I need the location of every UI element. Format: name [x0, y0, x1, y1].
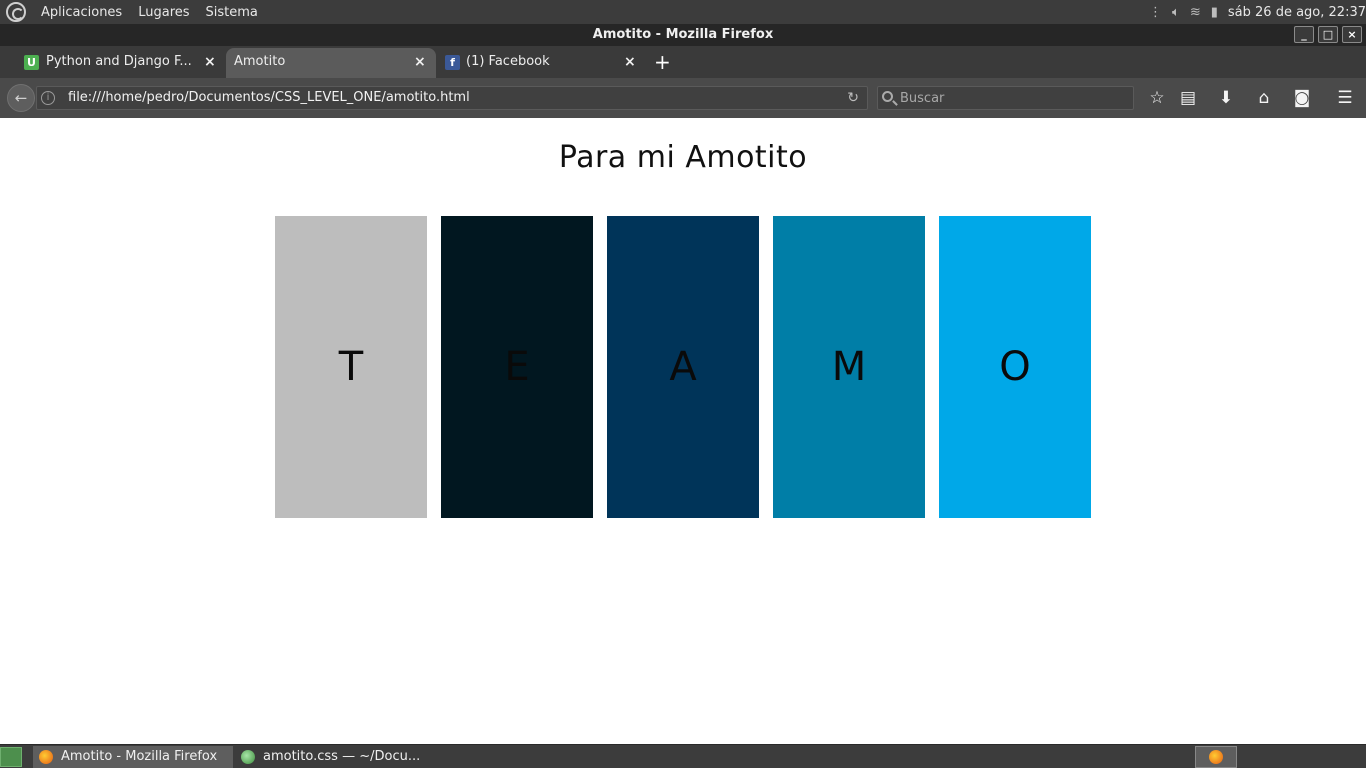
close-tab-icon[interactable]: × — [204, 48, 216, 76]
menu-lugares[interactable]: Lugares — [131, 5, 196, 20]
wifi-icon[interactable]: ≋ — [1190, 5, 1201, 20]
search-input[interactable] — [900, 87, 1130, 109]
taskbar-item-firefox[interactable]: Amotito - Mozilla Firefox — [33, 746, 233, 768]
panel-letter: E — [504, 344, 530, 390]
url-text[interactable]: file:///home/pedro/Documentos/CSS_LEVEL_… — [68, 87, 470, 109]
system-logo-icon[interactable] — [6, 2, 26, 22]
letter-panel-o: O — [939, 216, 1091, 518]
tab-title: Python and Django F... — [46, 54, 192, 69]
panel-letter: O — [999, 344, 1031, 390]
minimize-button[interactable]: _ — [1294, 26, 1314, 43]
search-icon — [882, 91, 893, 102]
maximize-button[interactable]: □ — [1318, 26, 1338, 43]
close-tab-icon[interactable]: × — [624, 48, 636, 76]
menu-sistema[interactable]: Sistema — [199, 5, 265, 20]
editor-icon — [241, 750, 255, 764]
pocket-icon[interactable]: ◙ — [1290, 86, 1314, 110]
clock[interactable]: sáb 26 de ago, 22:37 — [1228, 5, 1366, 20]
page-content: Para mi Amotito T E A M O — [0, 118, 1366, 744]
home-icon[interactable]: ⌂ — [1252, 86, 1276, 110]
navigation-bar: ← i file:///home/pedro/Documentos/CSS_LE… — [0, 78, 1366, 118]
reload-icon[interactable]: ↻ — [847, 87, 859, 109]
tab-title: (1) Facebook — [466, 54, 550, 69]
tab-title: Amotito — [234, 54, 286, 69]
show-desktop-button[interactable] — [0, 747, 22, 767]
workspace-firefox-button[interactable] — [1195, 746, 1237, 768]
tab-facebook[interactable]: f (1) Facebook × — [445, 48, 641, 78]
taskbar-item-editor[interactable]: amotito.css — ~/Docu... — [235, 746, 435, 768]
handle-icon: ⋮ — [1149, 4, 1163, 20]
close-window-button[interactable]: × — [1342, 26, 1362, 43]
system-tray: ⋮ 🔈︎ ≋ ▮ sáb 26 de ago, 22:37 — [1149, 0, 1366, 24]
page-title: Para mi Amotito — [558, 140, 808, 175]
letter-panel-a: A — [607, 216, 759, 518]
window-title-bar: Amotito - Mozilla Firefox _ □ × — [0, 24, 1366, 46]
tab-python-django[interactable]: U Python and Django F... × — [24, 48, 220, 78]
taskbar-item-label: amotito.css — ~/Docu... — [263, 749, 421, 764]
new-tab-button[interactable]: + — [654, 46, 671, 78]
tab-strip: U Python and Django F... × Amotito × f (… — [0, 46, 1366, 78]
tab-amotito[interactable]: Amotito × — [226, 48, 436, 78]
info-icon[interactable]: i — [41, 91, 55, 105]
battery-icon[interactable]: ▮ — [1211, 5, 1218, 20]
taskbar-item-label: Amotito - Mozilla Firefox — [61, 749, 218, 764]
firefox-icon — [39, 750, 53, 764]
taskbar: Amotito - Mozilla Firefox amotito.css — … — [0, 744, 1366, 768]
letter-panel-m: M — [773, 216, 925, 518]
letter-panel-e: E — [441, 216, 593, 518]
menu-hamburger-icon[interactable]: ☰ — [1333, 86, 1357, 110]
top-system-panel: Aplicaciones Lugares Sistema ⋮ 🔈︎ ≋ ▮ sá… — [0, 0, 1366, 24]
letter-panel-t: T — [275, 216, 427, 518]
search-bar[interactable] — [877, 86, 1134, 110]
volume-icon[interactable]: 🔈︎ — [1172, 5, 1180, 20]
panel-letter: A — [669, 344, 697, 390]
menu-aplicaciones[interactable]: Aplicaciones — [34, 5, 129, 20]
facebook-favicon-icon: f — [445, 55, 460, 70]
window-title: Amotito - Mozilla Firefox — [592, 27, 774, 42]
close-tab-icon[interactable]: × — [414, 48, 426, 76]
back-button[interactable]: ← — [7, 84, 35, 112]
bookmark-star-icon[interactable]: ☆ — [1145, 86, 1169, 110]
reading-list-icon[interactable]: ▤ — [1176, 86, 1200, 110]
panel-letter: M — [831, 344, 867, 390]
download-icon[interactable]: ⬇ — [1214, 86, 1238, 110]
url-bar[interactable]: i file:///home/pedro/Documentos/CSS_LEVE… — [36, 86, 868, 110]
panel-letter: T — [338, 344, 364, 390]
firefox-icon — [1209, 750, 1223, 764]
upwork-favicon-icon: U — [24, 55, 39, 70]
